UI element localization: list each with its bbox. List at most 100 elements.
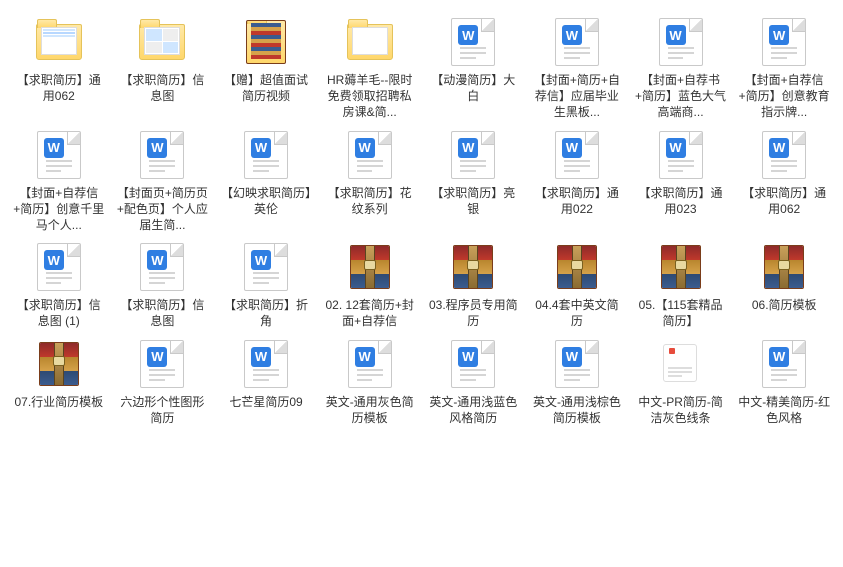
- word-doc-icon: W: [555, 131, 599, 179]
- file-item[interactable]: W 【封面+自荐信+简历】创意教育指示牌...: [733, 14, 835, 123]
- file-icon-wrap: W: [236, 241, 296, 293]
- file-label: 英文-通用浅棕色简历模板: [531, 394, 623, 426]
- file-item[interactable]: W 英文-通用灰色简历模板: [319, 336, 421, 428]
- file-item[interactable]: W 英文-通用浅棕色简历模板: [526, 336, 628, 428]
- file-label: 【求职简历】通用062: [13, 72, 105, 104]
- file-label: 05.【115套精品简历】: [635, 297, 727, 329]
- file-label: 英文-通用浅蓝色风格简历: [427, 394, 519, 426]
- file-icon-wrap: W: [132, 338, 192, 390]
- file-item[interactable]: W 【求职简历】信息图: [112, 239, 214, 331]
- file-label: 04.4套中英文简历: [531, 297, 623, 329]
- file-item[interactable]: W 【求职简历】信息图 (1): [8, 239, 110, 331]
- file-icon-wrap: W: [29, 241, 89, 293]
- file-label: 六边形个性图形简历: [116, 394, 208, 426]
- file-icon-wrap: W: [443, 129, 503, 181]
- file-icon-wrap: W: [547, 338, 607, 390]
- file-item[interactable]: 06.简历模板: [733, 239, 835, 331]
- file-label: 【封面页+简历页+配色页】个人应届生简...: [116, 185, 208, 234]
- file-item[interactable]: W 【封面+自荐信+简历】创意千里马个人...: [8, 127, 110, 236]
- word-doc-icon: W: [451, 131, 495, 179]
- folder-icon: [246, 20, 286, 64]
- file-label: 英文-通用灰色简历模板: [324, 394, 416, 426]
- file-label: 【幻映求职简历】英伦: [220, 185, 312, 217]
- file-item[interactable]: W 七芒星简历09: [215, 336, 317, 428]
- file-item[interactable]: W 【求职简历】花纹系列: [319, 127, 421, 236]
- file-item[interactable]: HR薅羊毛--限时免费领取招聘私房课&简...: [319, 14, 421, 123]
- file-icon-wrap: [29, 338, 89, 390]
- file-icon-wrap: [340, 241, 400, 293]
- file-label: 【求职简历】折角: [220, 297, 312, 329]
- file-item[interactable]: 中文-PR简历-简洁灰色线条: [630, 336, 732, 428]
- file-item[interactable]: 02. 12套简历+封面+自荐信: [319, 239, 421, 331]
- file-icon-wrap: [132, 16, 192, 68]
- file-icon-wrap: W: [754, 129, 814, 181]
- file-label: 【动漫简历】大白: [427, 72, 519, 104]
- folder-icon: [347, 24, 393, 60]
- file-item[interactable]: 【求职简历】通用062: [8, 14, 110, 123]
- word-doc-icon: W: [140, 243, 184, 291]
- file-item[interactable]: W 【封面+自荐书+简历】蓝色大气高端商...: [630, 14, 732, 123]
- file-item[interactable]: 05.【115套精品简历】: [630, 239, 732, 331]
- file-label: 【赠】超值面试简历视频: [220, 72, 312, 104]
- file-item[interactable]: W 【求职简历】亮银: [423, 127, 525, 236]
- file-item[interactable]: 03.程序员专用简历: [423, 239, 525, 331]
- file-item[interactable]: W 六边形个性图形简历: [112, 336, 214, 428]
- file-label: 【求职简历】通用062: [738, 185, 830, 217]
- file-icon-wrap: [443, 241, 503, 293]
- file-icon-wrap: W: [754, 16, 814, 68]
- file-item[interactable]: W 【封面页+简历页+配色页】个人应届生简...: [112, 127, 214, 236]
- file-label: 【求职简历】花纹系列: [324, 185, 416, 217]
- word-doc-icon: W: [37, 131, 81, 179]
- folder-icon: [139, 24, 185, 60]
- file-grid: 【求职简历】通用062 【求职简历】信息图 【赠】超值面试简历视频 HR薅羊毛-…: [0, 0, 843, 436]
- file-item[interactable]: W 【幻映求职简历】英伦: [215, 127, 317, 236]
- file-label: 【封面+自荐信+简历】创意千里马个人...: [13, 185, 105, 234]
- file-label: 七芒星简历09: [229, 394, 302, 410]
- file-icon-wrap: [547, 241, 607, 293]
- file-item[interactable]: W 【动漫简历】大白: [423, 14, 525, 123]
- file-item[interactable]: W 【求职简历】通用023: [630, 127, 732, 236]
- file-icon-wrap: [236, 16, 296, 68]
- file-item[interactable]: 07.行业简历模板: [8, 336, 110, 428]
- file-icon-wrap: W: [236, 129, 296, 181]
- wps-doc-icon: [659, 340, 703, 388]
- file-icon-wrap: [651, 241, 711, 293]
- file-label: 中文-PR简历-简洁灰色线条: [635, 394, 727, 426]
- rar-archive-icon: [557, 245, 597, 289]
- file-label: HR薅羊毛--限时免费领取招聘私房课&简...: [324, 72, 416, 121]
- rar-archive-icon: [661, 245, 701, 289]
- file-label: 【求职简历】信息图: [116, 297, 208, 329]
- file-icon-wrap: W: [651, 16, 711, 68]
- file-item[interactable]: W 中文-精美简历-红色风格: [733, 336, 835, 428]
- word-doc-icon: W: [762, 131, 806, 179]
- word-doc-icon: W: [451, 340, 495, 388]
- file-label: 【封面+自荐信+简历】创意教育指示牌...: [738, 72, 830, 121]
- file-item[interactable]: W 【求职简历】折角: [215, 239, 317, 331]
- file-icon-wrap: W: [443, 338, 503, 390]
- file-label: 03.程序员专用简历: [427, 297, 519, 329]
- word-doc-icon: W: [762, 18, 806, 66]
- file-item[interactable]: W 【求职简历】通用062: [733, 127, 835, 236]
- folder-icon: [36, 24, 82, 60]
- rar-archive-icon: [39, 342, 79, 386]
- file-label: 【求职简历】信息图: [116, 72, 208, 104]
- file-item[interactable]: 【赠】超值面试简历视频: [215, 14, 317, 123]
- file-item[interactable]: 04.4套中英文简历: [526, 239, 628, 331]
- word-doc-icon: W: [140, 340, 184, 388]
- rar-archive-icon: [350, 245, 390, 289]
- file-label: 【求职简历】通用023: [635, 185, 727, 217]
- file-item[interactable]: W 英文-通用浅蓝色风格简历: [423, 336, 525, 428]
- file-label: 【封面+自荐书+简历】蓝色大气高端商...: [635, 72, 727, 121]
- word-doc-icon: W: [348, 340, 392, 388]
- rar-archive-icon: [453, 245, 493, 289]
- file-icon-wrap: W: [340, 338, 400, 390]
- file-label: 中文-精美简历-红色风格: [738, 394, 830, 426]
- file-icon-wrap: W: [443, 16, 503, 68]
- file-icon-wrap: W: [651, 129, 711, 181]
- file-item[interactable]: 【求职简历】信息图: [112, 14, 214, 123]
- file-label: 【求职简历】通用022: [531, 185, 623, 217]
- rar-archive-icon: [764, 245, 804, 289]
- file-item[interactable]: W 【求职简历】通用022: [526, 127, 628, 236]
- file-item[interactable]: W 【封面+简历+自荐信】应届毕业生黑板...: [526, 14, 628, 123]
- word-doc-icon: W: [762, 340, 806, 388]
